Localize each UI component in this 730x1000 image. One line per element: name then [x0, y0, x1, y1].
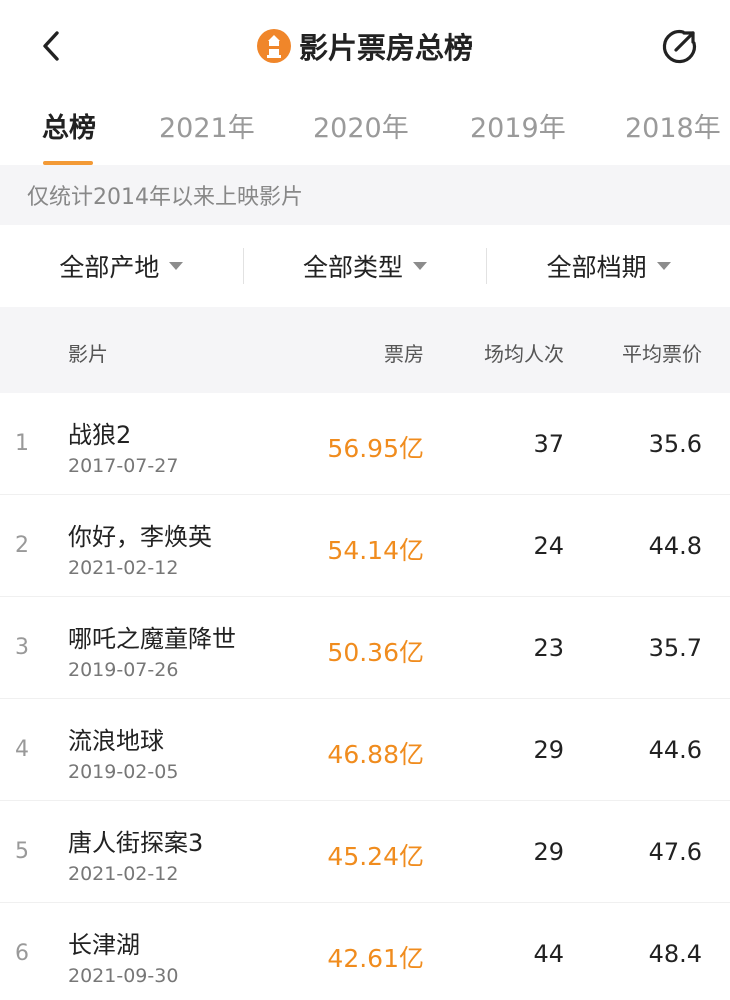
avg-price-value: 44.6 — [648, 736, 702, 764]
lighthouse-logo-icon — [256, 29, 291, 63]
filter-bar: 全部产地 全部类型 全部档期 — [0, 225, 730, 307]
row-rank: 5 — [15, 839, 29, 864]
column-film: 影片 — [68, 342, 108, 366]
tab-2021[interactable]: 2021年 — [159, 106, 255, 145]
box-office-value: 46.88亿 — [327, 740, 424, 769]
avg-people-value: 24 — [533, 532, 564, 560]
box-office-value: 45.24亿 — [327, 842, 424, 871]
column-box-office[interactable]: 票房 — [384, 338, 424, 367]
box-office-value: 42.61亿 — [327, 944, 424, 973]
avg-people-value: 29 — [533, 838, 564, 866]
release-date: 2017-07-27 — [68, 455, 179, 477]
avg-price-value: 35.6 — [648, 430, 702, 458]
film-name: 战狼2 — [68, 421, 132, 449]
caret-down-icon — [413, 262, 428, 270]
column-avg-people[interactable]: 场均人次 — [484, 338, 564, 367]
release-date: 2019-07-26 — [68, 659, 179, 681]
page-title: 影片票房总榜 — [298, 31, 473, 65]
avg-people-value: 23 — [533, 634, 564, 662]
year-tabs: 总榜 2021年 2020年 2019年 2018年 — [0, 92, 730, 164]
tab-2019[interactable]: 2019年 — [470, 106, 566, 145]
filter-region[interactable]: 全部产地 — [0, 248, 243, 284]
caret-down-icon — [169, 262, 184, 270]
filter-genre[interactable]: 全部类型 — [242, 248, 487, 284]
table-row[interactable]: 4 流浪地球 2019-02-05 46.88亿 29 44.6 — [0, 699, 730, 801]
avg-price-value: 44.8 — [648, 532, 702, 560]
column-avg-price[interactable]: 平均票价 — [622, 338, 702, 367]
row-rank: 4 — [15, 737, 29, 762]
tab-2018[interactable]: 2018年 — [625, 106, 721, 145]
row-rank: 1 — [15, 431, 29, 456]
table-row[interactable]: 5 唐人街探案3 2021-02-12 45.24亿 29 47.6 — [0, 801, 730, 903]
nav-bar: 影片票房总榜 — [0, 0, 730, 92]
release-date: 2021-09-30 — [68, 965, 179, 987]
release-date: 2019-02-05 — [68, 761, 179, 783]
table-body: 1 战狼2 2017-07-27 56.95亿 37 35.6 2 你好，李焕英… — [0, 393, 730, 1000]
filter-region-label: 全部产地 — [59, 253, 160, 282]
box-office-value: 54.14亿 — [327, 536, 424, 565]
film-name: 唐人街探案3 — [68, 829, 204, 857]
avg-people-value: 37 — [533, 430, 564, 458]
table-header: 影片 票房 场均人次 平均票价 — [0, 307, 730, 393]
title-group: 影片票房总榜 — [0, 24, 730, 68]
filter-genre-label: 全部类型 — [303, 253, 404, 282]
film-name: 流浪地球 — [68, 727, 164, 755]
film-name: 你好，李焕英 — [68, 523, 212, 551]
avg-price-value: 48.4 — [648, 940, 702, 968]
row-rank: 2 — [15, 533, 29, 558]
filter-period[interactable]: 全部档期 — [486, 248, 730, 284]
table-row[interactable]: 3 哪吒之魔童降世 2019-07-26 50.36亿 23 35.7 — [0, 597, 730, 699]
table-row[interactable]: 2 你好，李焕英 2021-02-12 54.14亿 24 44.8 — [0, 495, 730, 597]
stats-notice: 仅统计2014年以来上映影片 — [0, 165, 730, 225]
release-date: 2021-02-12 — [68, 557, 179, 579]
film-name: 哪吒之魔童降世 — [68, 625, 236, 653]
avg-price-value: 35.7 — [648, 634, 702, 662]
share-button[interactable] — [660, 26, 700, 66]
avg-people-value: 29 — [533, 736, 564, 764]
tab-total[interactable]: 总榜 — [42, 106, 96, 145]
caret-down-icon — [656, 262, 671, 270]
avg-people-value: 44 — [533, 940, 564, 968]
share-arrow-icon — [662, 29, 697, 64]
row-rank: 3 — [15, 635, 29, 660]
release-date: 2021-02-12 — [68, 863, 179, 885]
table-row[interactable]: 1 战狼2 2017-07-27 56.95亿 37 35.6 — [0, 393, 730, 495]
table-row[interactable]: 6 长津湖 2021-09-30 42.61亿 44 48.4 — [0, 903, 730, 1000]
avg-price-value: 47.6 — [648, 838, 702, 866]
filter-period-label: 全部档期 — [546, 253, 647, 282]
film-name: 长津湖 — [68, 931, 140, 959]
tab-2020[interactable]: 2020年 — [313, 106, 409, 145]
box-office-value: 56.95亿 — [327, 434, 424, 463]
row-rank: 6 — [15, 941, 29, 966]
box-office-value: 50.36亿 — [327, 638, 424, 667]
